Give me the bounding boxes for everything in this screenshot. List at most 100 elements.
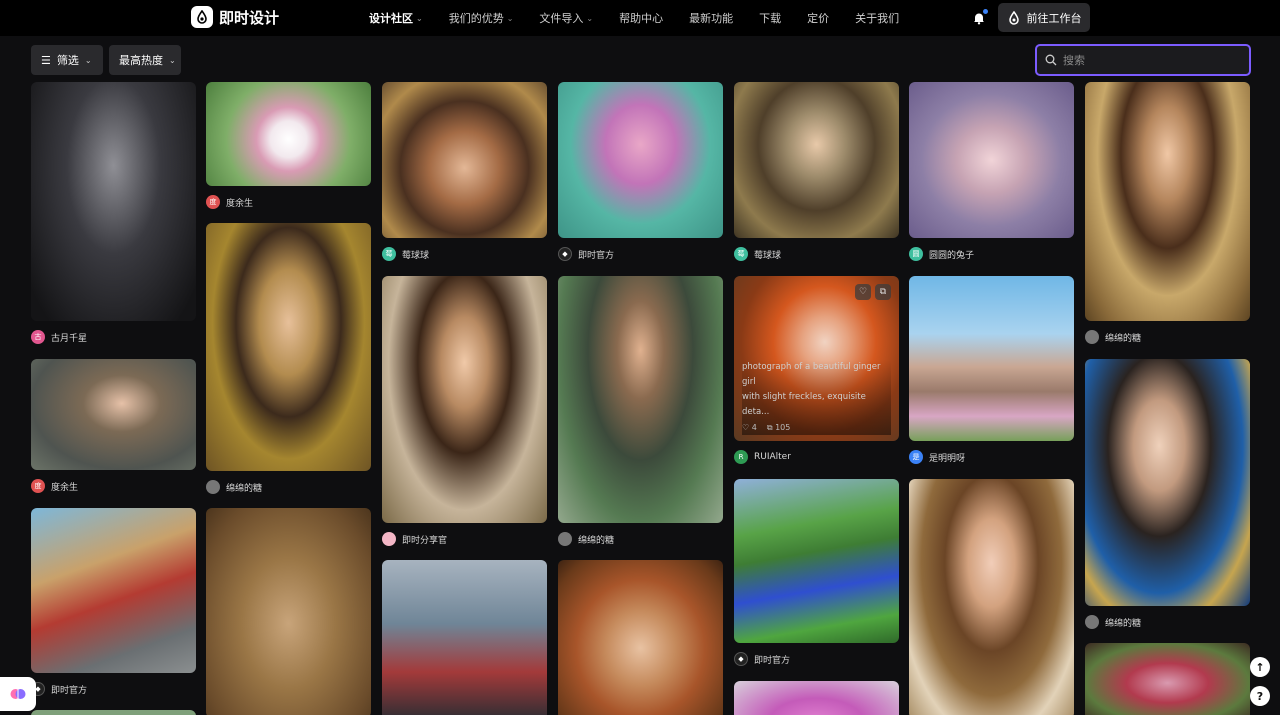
card-image[interactable] [734,681,899,715]
image-card-hovered[interactable]: ♡ ⧉ photograph of a beautiful ginger gir… [734,276,899,469]
card-image[interactable] [382,276,547,523]
filter-icon: ☰ [41,53,51,67]
nav-item-import[interactable]: 文件导入 ⌄ [539,10,593,26]
image-card[interactable]: 绵绵的糖 [558,276,723,551]
nav-item-advantages[interactable]: 我们的优势 ⌄ [449,10,514,26]
image-card[interactable]: ◆ 即时官方 [31,508,196,701]
image-card[interactable] [734,681,899,715]
card-image[interactable] [31,359,196,470]
card-author[interactable]: 绵绵的糖 [1085,325,1250,349]
logo-icon: ◆ [734,652,748,666]
top-navigation-bar: 即时设计 设计社区 ⌄ 我们的优势 ⌄ 文件导入 ⌄ 帮助中心 最新功能 下载 定价 … [0,0,1280,36]
card-author[interactable]: 莓莓球球 [734,242,899,266]
logo-icon [191,6,213,28]
search-input[interactable] [1063,53,1233,67]
card-image[interactable] [558,560,723,715]
card-image[interactable] [382,560,547,715]
sort-dropdown[interactable]: 最高热度 ⌄ [109,45,181,75]
card-author[interactable]: ◆ 即时官方 [558,242,723,266]
card-image[interactable] [1085,82,1250,321]
card-author[interactable]: ◆ 即时官方 [734,647,899,671]
image-card[interactable]: 是是明明呀 [909,276,1074,469]
image-card[interactable]: 即时分享官 [382,276,547,551]
logo-icon [1008,10,1019,25]
card-image[interactable] [1085,359,1250,606]
card-image[interactable] [31,82,196,321]
image-card[interactable] [206,508,371,715]
image-card[interactable]: 绵绵的糖 [1085,82,1250,349]
card-author[interactable]: 古古月千星 [31,325,196,349]
heart-icon: ♡ [742,423,752,432]
nav-item-help[interactable]: 帮助中心 [619,10,663,26]
card-image[interactable] [206,223,371,471]
card-image[interactable] [206,82,371,186]
card-image[interactable]: ♡ ⧉ photograph of a beautiful ginger gir… [734,276,899,441]
card-author[interactable]: ◆ 即时官方 [31,677,196,701]
avatar: 莓 [382,247,396,261]
card-author[interactable]: 绵绵的糖 [206,475,371,499]
image-card[interactable]: 绵绵的糖 [1085,359,1250,634]
avatar: 是 [909,450,923,464]
filter-button[interactable]: ☰ 筛选 ⌄ [31,45,103,75]
ai-assistant-button[interactable] [0,677,36,711]
back-to-top-button[interactable]: ↑ [1250,657,1270,677]
chevron-down-icon: ⌄ [416,13,423,23]
filter-bar: ☰ 筛选 ⌄ 最高热度 ⌄ [0,36,1280,82]
copy-icon[interactable]: ⧉ [875,284,891,300]
card-author[interactable]: 绵绵的糖 [1085,610,1250,634]
avatar: 莓 [734,247,748,261]
card-author[interactable]: 圆圆圆的兔子 [909,242,1074,266]
card-image[interactable] [1085,643,1250,715]
nav-item-community[interactable]: 设计社区 ⌄ [369,10,423,26]
nav-item-about[interactable]: 关于我们 [855,10,899,26]
card-image[interactable] [909,276,1074,441]
comment-count: ⧉ 105 [766,423,791,432]
card-author[interactable]: R RUIAlter [734,445,899,469]
nav-item-download[interactable]: 下载 [759,10,781,26]
image-card[interactable]: ◆ 即时官方 [558,82,723,266]
help-icon: ? [1256,689,1264,703]
card-prompt: photograph of a beautiful ginger girl wi… [742,360,891,435]
card-image[interactable] [909,82,1074,238]
brand[interactable]: 即时设计 [191,6,279,28]
image-card[interactable]: 绵绵的糖 [206,223,371,499]
card-image[interactable] [909,479,1074,715]
card-image[interactable] [558,82,723,238]
card-image[interactable] [734,479,899,643]
avatar: 古 [31,330,45,344]
image-card[interactable] [382,560,547,715]
search-box[interactable] [1035,44,1251,76]
card-image[interactable] [31,710,196,715]
image-card[interactable] [31,710,196,715]
help-button[interactable]: ? [1250,686,1270,706]
card-author[interactable]: 是是明明呀 [909,445,1074,469]
card-image[interactable] [382,82,547,238]
image-card[interactable] [909,479,1074,715]
card-author[interactable]: 度度余生 [206,190,371,214]
go-to-workbench-button[interactable]: 前往工作台 [998,3,1090,32]
image-card[interactable] [558,560,723,715]
nav-item-pricing[interactable]: 定价 [807,10,829,26]
image-card[interactable] [1085,643,1250,715]
heart-icon[interactable]: ♡ [855,284,871,300]
image-card[interactable]: 古古月千星 [31,82,196,349]
card-author[interactable]: 莓莓球球 [382,242,547,266]
image-card[interactable]: 莓莓球球 [382,82,547,266]
card-image[interactable] [206,508,371,715]
copy-icon: ⧉ [766,423,776,432]
card-author[interactable]: 绵绵的糖 [558,527,723,551]
card-image[interactable] [734,82,899,238]
image-card[interactable]: 度度余生 [31,359,196,498]
card-author[interactable]: 度度余生 [31,474,196,498]
image-card[interactable]: 莓莓球球 [734,82,899,266]
image-card[interactable]: ◆ 即时官方 [734,479,899,671]
image-card[interactable]: 度度余生 [206,82,371,214]
card-image[interactable] [558,276,723,523]
card-stats: ♡ 4 ⧉ 105 [742,420,891,435]
nav-item-features[interactable]: 最新功能 [689,10,733,26]
image-card[interactable]: 圆圆圆的兔子 [909,82,1074,266]
card-author[interactable]: 即时分享官 [382,527,547,551]
image-grid: 古古月千星 度度余生 ◆ 即时官方 度度余生 绵绵的糖 莓莓球球 即时分享官 ◆ 即… [0,82,1280,715]
card-image[interactable] [31,508,196,673]
brain-icon [10,689,26,699]
